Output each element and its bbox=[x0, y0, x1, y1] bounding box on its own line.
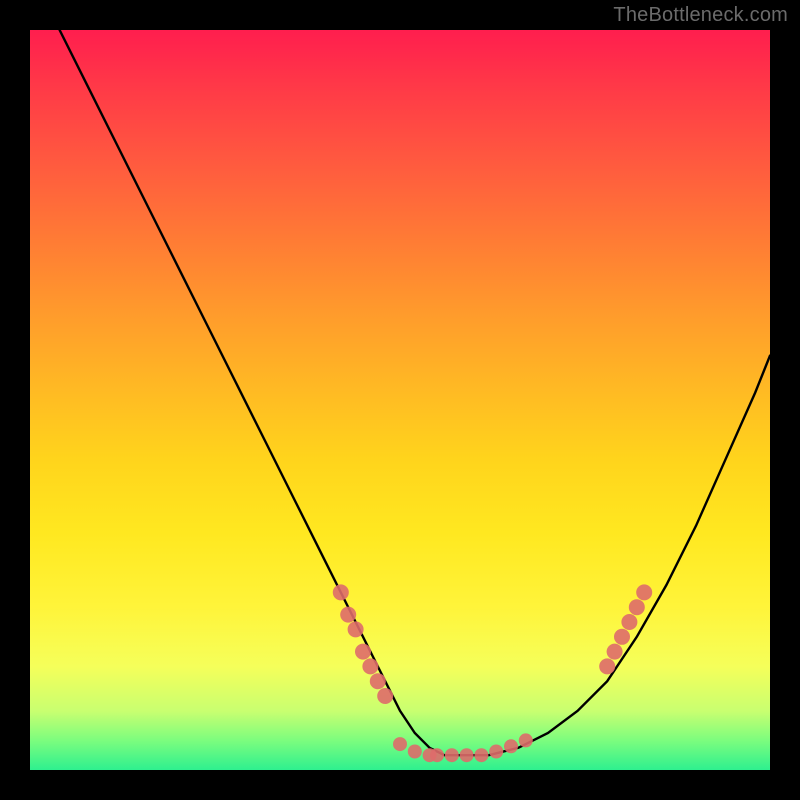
marker-point bbox=[393, 737, 407, 751]
marker-point bbox=[333, 584, 349, 600]
marker-point bbox=[614, 629, 630, 645]
marker-point bbox=[348, 621, 364, 637]
marker-point bbox=[355, 644, 371, 660]
bottleneck-curve bbox=[60, 30, 770, 755]
marker-point bbox=[445, 748, 459, 762]
curve-layer bbox=[30, 30, 770, 770]
marker-point bbox=[362, 658, 378, 674]
plot-area bbox=[30, 30, 770, 770]
marker-point bbox=[430, 748, 444, 762]
marker-point bbox=[636, 584, 652, 600]
marker-point bbox=[474, 748, 488, 762]
marker-point bbox=[377, 688, 393, 704]
marker-point bbox=[460, 748, 474, 762]
marker-point bbox=[340, 607, 356, 623]
marker-point bbox=[629, 599, 645, 615]
marker-point bbox=[408, 745, 422, 759]
marker-point bbox=[607, 644, 623, 660]
marker-point bbox=[489, 745, 503, 759]
chart-container: TheBottleneck.com bbox=[0, 0, 800, 800]
marker-point bbox=[599, 658, 615, 674]
marker-point bbox=[370, 673, 386, 689]
marker-point bbox=[621, 614, 637, 630]
marker-point bbox=[519, 733, 533, 747]
watermark-text: TheBottleneck.com bbox=[613, 4, 788, 27]
marker-point bbox=[504, 739, 518, 753]
